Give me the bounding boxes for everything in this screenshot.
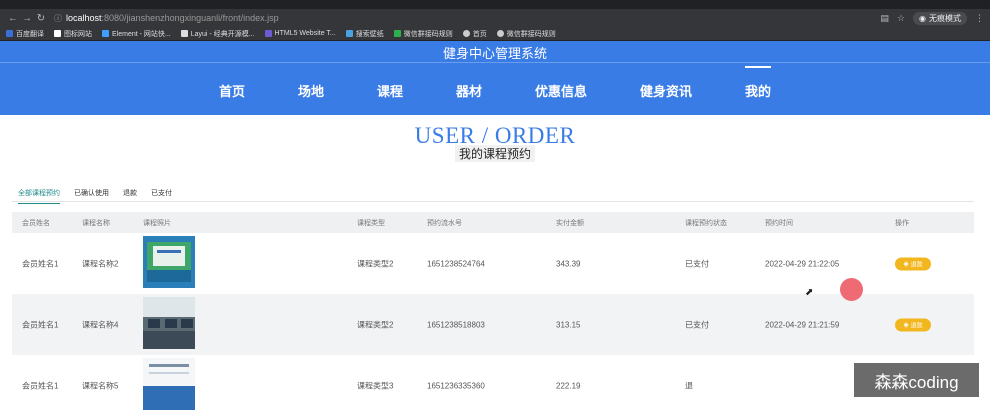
- bookmark-icon: [462, 30, 470, 37]
- col-header: 预约时间: [765, 219, 793, 227]
- main-nav: 首页 场地 课程 器材 优惠信息 健身资讯 我的: [0, 66, 990, 100]
- order-status: 已支付: [685, 259, 709, 268]
- section-title-cn: 我的课程预约: [454, 145, 535, 162]
- menu-dots-icon[interactable]: ⋮: [975, 13, 984, 24]
- paid-amount: 313.15: [556, 320, 581, 329]
- reload-icon[interactable]: ↻: [34, 13, 48, 24]
- course-photo: [143, 358, 195, 410]
- nav-item-course[interactable]: 课程: [377, 81, 403, 100]
- col-header: 操作: [895, 219, 909, 227]
- col-header: 会员姓名: [22, 219, 50, 227]
- incognito-icon: ◉: [919, 13, 926, 23]
- bookmarks-bar: 百度翻译 图标网站 Element - 网站快... Layui - 经典开源模…: [0, 27, 990, 41]
- refund-icon: ◉: [903, 322, 909, 328]
- booking-time: 2022-04-29 21:22:05: [765, 259, 840, 268]
- bookmark-icon: [102, 30, 109, 37]
- table-row: 会员姓名1 课程名称5 课程类型3 1651236335360 222.19 退: [12, 355, 974, 416]
- mouse-pointer-icon: ⬈: [805, 287, 814, 298]
- url-host: localhost: [66, 13, 102, 23]
- nav-item-mine[interactable]: 我的: [745, 66, 772, 100]
- serial-number: 1651238518803: [427, 320, 485, 329]
- site-title: 健身中心管理系统: [442, 46, 547, 61]
- course-type: 课程类型2: [357, 320, 394, 329]
- col-header: 课程预约状态: [685, 219, 727, 227]
- nav-item-discount[interactable]: 优惠信息: [535, 81, 587, 100]
- bookmark-item[interactable]: 百度翻译: [6, 29, 44, 39]
- bookmark-item[interactable]: 微信群接码规则: [496, 29, 556, 39]
- bookmark-icon: [496, 30, 504, 37]
- header-divider: [0, 62, 990, 63]
- col-header: 课程名称: [82, 219, 110, 227]
- order-status: 已支付: [685, 320, 709, 329]
- url-path: :8080/jianshenzhongxinguanli/front/index…: [101, 13, 279, 23]
- table-row: 会员姓名1 课程名称2 课程类型2 1651238524764 343.39 已…: [12, 233, 974, 294]
- serial-number: 1651236335360: [427, 381, 485, 390]
- paid-amount: 222.19: [556, 381, 581, 390]
- bookmark-icon: [54, 30, 61, 37]
- course-name: 课程名称4: [82, 320, 119, 329]
- bookmark-item[interactable]: 微信群接码规则: [393, 29, 453, 39]
- translate-icon[interactable]: ▤: [880, 13, 889, 24]
- browser-tabstrip: [0, 0, 990, 9]
- bookmark-item[interactable]: 首页: [462, 29, 487, 39]
- refund-icon: ◉: [903, 261, 909, 267]
- bookmark-item[interactable]: Layui - 经典开源模...: [180, 29, 255, 39]
- refund-button[interactable]: ◉ 退款: [895, 318, 931, 331]
- order-table: 会员姓名 课程名称 课程照片 课程类型 预约流水号 实付金额 课程预约状态 预约…: [12, 212, 974, 416]
- course-photo: [143, 236, 195, 288]
- member-name: 会员姓名1: [22, 381, 59, 390]
- nav-item-news[interactable]: 健身资讯: [640, 81, 692, 100]
- nav-item-equipment[interactable]: 器材: [456, 81, 482, 100]
- watermark: 森森coding: [854, 363, 979, 397]
- click-indicator: [840, 278, 863, 301]
- incognito-label: 无痕模式: [929, 13, 961, 23]
- col-header: 预约流水号: [427, 219, 462, 227]
- col-header: 课程类型: [357, 219, 385, 227]
- nav-item-home[interactable]: 首页: [219, 81, 245, 100]
- star-icon[interactable]: ☆: [897, 13, 905, 24]
- col-header: 课程照片: [143, 219, 171, 227]
- bookmark-icon: [264, 30, 272, 37]
- info-icon[interactable]: ⓘ: [54, 13, 62, 24]
- course-name: 课程名称2: [82, 259, 119, 268]
- bookmark-icon: [180, 30, 188, 37]
- serial-number: 1651238524764: [427, 259, 485, 268]
- bookmark-item[interactable]: HTML5 Website T...: [264, 30, 336, 37]
- member-name: 会员姓名1: [22, 320, 59, 329]
- site-header: 健身中心管理系统 首页 场地 课程 器材 优惠信息 健身资讯 我的: [0, 41, 990, 115]
- bookmark-item[interactable]: Element - 网站快...: [102, 29, 171, 39]
- paid-amount: 343.39: [556, 259, 581, 268]
- bookmark-icon: [345, 30, 353, 37]
- browser-toolbar: ← → ↻ ⓘ localhost :8080/jianshenzhongxin…: [0, 9, 990, 27]
- refund-button[interactable]: ◉ 退款: [895, 257, 931, 270]
- nav-item-venue[interactable]: 场地: [298, 81, 324, 100]
- forward-icon[interactable]: →: [20, 13, 34, 24]
- course-type: 课程类型3: [357, 381, 394, 390]
- col-header: 实付金额: [556, 219, 584, 227]
- course-name: 课程名称5: [82, 381, 119, 390]
- bookmark-item[interactable]: 图标网站: [54, 29, 92, 39]
- incognito-badge[interactable]: ◉ 无痕模式: [913, 11, 967, 25]
- bookmark-icon: [393, 30, 401, 37]
- table-header: 会员姓名 课程名称 课程照片 课程类型 预约流水号 实付金额 课程预约状态 预约…: [12, 212, 974, 233]
- course-photo: [143, 297, 195, 349]
- back-icon[interactable]: ←: [6, 13, 20, 24]
- booking-time: 2022-04-29 21:21:59: [765, 320, 840, 329]
- bookmark-item[interactable]: 搜索壁纸: [345, 29, 384, 39]
- tabs-divider: [12, 201, 974, 202]
- bookmark-icon: [6, 30, 13, 37]
- course-type: 课程类型2: [357, 259, 394, 268]
- member-name: 会员姓名1: [22, 259, 59, 268]
- address-bar[interactable]: ⓘ localhost :8080/jianshenzhongxinguanli…: [54, 13, 880, 24]
- order-status: 退: [685, 381, 693, 390]
- table-row: 会员姓名1 课程名称4 课程类型2 1651238518803 313.15 已…: [12, 294, 974, 355]
